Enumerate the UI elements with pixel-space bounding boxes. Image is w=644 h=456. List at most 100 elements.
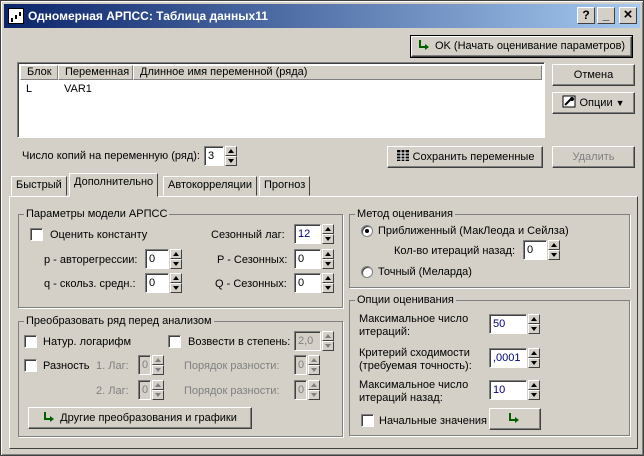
- q-input[interactable]: 0: [145, 273, 169, 293]
- convergence-label-2: (требуемая точность):: [359, 360, 472, 372]
- ok-button-label: OK (Начать оценивание параметров): [434, 40, 626, 52]
- max-backcast-label-2: итераций назад:: [359, 392, 443, 404]
- chart-app-icon: [8, 8, 24, 24]
- max-backcast-label-1: Максимальное число: [359, 379, 469, 391]
- lag1-spinner[interactable]: [152, 355, 164, 375]
- column-header-block[interactable]: Блок: [20, 65, 58, 80]
- other-transforms-label: Другие преобразования и графики: [60, 412, 237, 424]
- exact-radio[interactable]: [361, 266, 373, 278]
- max-iter-label-1: Максимальное число: [359, 313, 469, 325]
- tab-quick[interactable]: Быстрый: [11, 176, 67, 196]
- p-spinner[interactable]: [170, 249, 182, 269]
- convergence-spinner[interactable]: [528, 348, 540, 368]
- approximate-radio[interactable]: [361, 225, 373, 237]
- diff-order2-spinner[interactable]: [308, 380, 320, 400]
- natural-log-checkbox[interactable]: [24, 335, 37, 348]
- dropdown-arrow-icon: ▼: [615, 98, 625, 108]
- delete-button[interactable]: Удалить: [552, 146, 635, 168]
- backcast-label: Кол-во итераций назад:: [394, 245, 516, 257]
- run-arrow-icon: [508, 411, 522, 424]
- convergence-input[interactable]: ,0001: [489, 348, 527, 368]
- diff-order1-spinner[interactable]: [308, 355, 320, 375]
- difference-label: Разность: [43, 360, 90, 372]
- transform-title: Преобразовать ряд перед анализом: [24, 315, 214, 328]
- table-row-block[interactable]: L: [26, 82, 32, 96]
- tab-forecast[interactable]: Прогноз: [259, 176, 311, 196]
- natural-log-label: Натур. логарифм: [43, 336, 132, 348]
- p-input[interactable]: 0: [145, 249, 169, 269]
- initial-values-label: Начальные значения: [379, 415, 487, 427]
- estimation-options-title: Опции оценивания: [355, 294, 456, 307]
- Q-seasonal-input[interactable]: 0: [294, 273, 321, 293]
- options-button[interactable]: Опции ▼: [552, 92, 635, 114]
- model-params-title: Параметры модели АРПСС: [24, 208, 170, 221]
- lag2-label: 2. Лаг:: [96, 385, 129, 397]
- q-spinner[interactable]: [170, 273, 182, 293]
- lag1-input[interactable]: 0: [138, 355, 151, 375]
- diff-order2-label: Порядок разности:: [184, 385, 280, 397]
- wrench-icon: [562, 95, 576, 108]
- max-iter-input[interactable]: 50: [489, 314, 527, 334]
- max-backcast-spinner[interactable]: [528, 380, 540, 400]
- P-seasonal-input[interactable]: 0: [294, 249, 321, 269]
- power-spinner[interactable]: [322, 331, 334, 351]
- seasonal-lag-input[interactable]: 12: [294, 224, 321, 244]
- copies-label: Число копий на переменную (ряд):: [22, 150, 200, 162]
- approximate-label: Приближенный (МакЛеода и Сейлза): [378, 225, 569, 237]
- max-backcast-input[interactable]: 10: [489, 380, 527, 400]
- p-label: p - авторегрессии:: [44, 254, 138, 266]
- help-button[interactable]: ?: [577, 7, 595, 24]
- close-button[interactable]: ×: [619, 7, 637, 24]
- difference-checkbox[interactable]: [24, 359, 37, 372]
- P-seasonal-spinner[interactable]: [322, 249, 334, 269]
- convergence-label-1: Критерий сходимости: [359, 347, 470, 359]
- power-input[interactable]: 2,0: [294, 331, 321, 351]
- Q-seasonal-spinner[interactable]: [322, 273, 334, 293]
- P-seasonal-label: P - Сезонных:: [217, 254, 288, 266]
- tab-advanced[interactable]: Дополнительно: [69, 173, 159, 197]
- run-arrow-icon: [43, 410, 57, 423]
- seasonal-lag-label: Сезонный лаг:: [211, 229, 285, 241]
- lag1-label: 1. Лаг:: [96, 360, 129, 372]
- diff-order1-label: Порядок разности:: [184, 360, 280, 372]
- window-title: Одномерная АРПСС: Таблица данных11: [28, 9, 268, 23]
- diff-order2-input[interactable]: 0: [294, 380, 307, 400]
- power-checkbox[interactable]: [168, 335, 181, 348]
- other-transforms-button[interactable]: Другие преобразования и графики: [28, 407, 252, 429]
- variables-table[interactable]: Блок Переменная Длинное имя переменной (…: [17, 62, 545, 138]
- max-iter-label-2: итераций:: [359, 326, 411, 338]
- cancel-button[interactable]: Отмена: [552, 64, 635, 86]
- run-arrow-icon: [418, 38, 432, 51]
- lag2-input[interactable]: 0: [138, 380, 151, 400]
- title-bar[interactable]: Одномерная АРПСС: Таблица данных11 ? _ ×: [4, 4, 640, 28]
- dialog-window: Одномерная АРПСС: Таблица данных11 ? _ ×…: [0, 0, 644, 456]
- exact-label: Точный (Меларда): [378, 266, 472, 278]
- estimate-constant-label: Оценить константу: [50, 229, 148, 241]
- backcast-spinner[interactable]: [548, 240, 560, 260]
- ok-button[interactable]: OK (Начать оценивание параметров): [410, 35, 633, 58]
- minimize-button[interactable]: _: [597, 7, 615, 24]
- lag2-spinner[interactable]: [152, 380, 164, 400]
- initial-values-checkbox[interactable]: [361, 414, 374, 427]
- options-button-label: Опции: [579, 97, 613, 109]
- advanced-tab-panel: Параметры модели АРПСС Оценить константу…: [9, 196, 638, 449]
- estimation-method-title: Метод оценивания: [355, 208, 455, 221]
- copies-input[interactable]: 3: [204, 146, 224, 166]
- q-label: q - скольз. средн.:: [44, 278, 136, 290]
- spreadsheet-icon: [396, 149, 410, 162]
- diff-order1-input[interactable]: 0: [294, 355, 307, 375]
- table-row-variable[interactable]: VAR1: [64, 82, 92, 96]
- copies-spinner[interactable]: [225, 146, 237, 166]
- save-variables-label: Сохранить переменные: [412, 151, 535, 163]
- estimate-constant-checkbox[interactable]: [30, 228, 43, 241]
- Q-seasonal-label: Q - Сезонных:: [215, 278, 287, 290]
- initial-values-button[interactable]: [489, 408, 541, 430]
- power-label: Возвести в степень:: [188, 336, 291, 348]
- save-variables-button[interactable]: Сохранить переменные: [387, 146, 543, 168]
- max-iter-spinner[interactable]: [528, 314, 540, 334]
- tab-autocorrelations[interactable]: Автокорреляции: [163, 176, 257, 196]
- backcast-input[interactable]: 0: [523, 240, 547, 260]
- column-header-variable[interactable]: Переменная: [58, 65, 133, 80]
- seasonal-lag-spinner[interactable]: [322, 224, 334, 244]
- column-header-long-name[interactable]: Длинное имя переменной (ряда): [133, 65, 542, 80]
